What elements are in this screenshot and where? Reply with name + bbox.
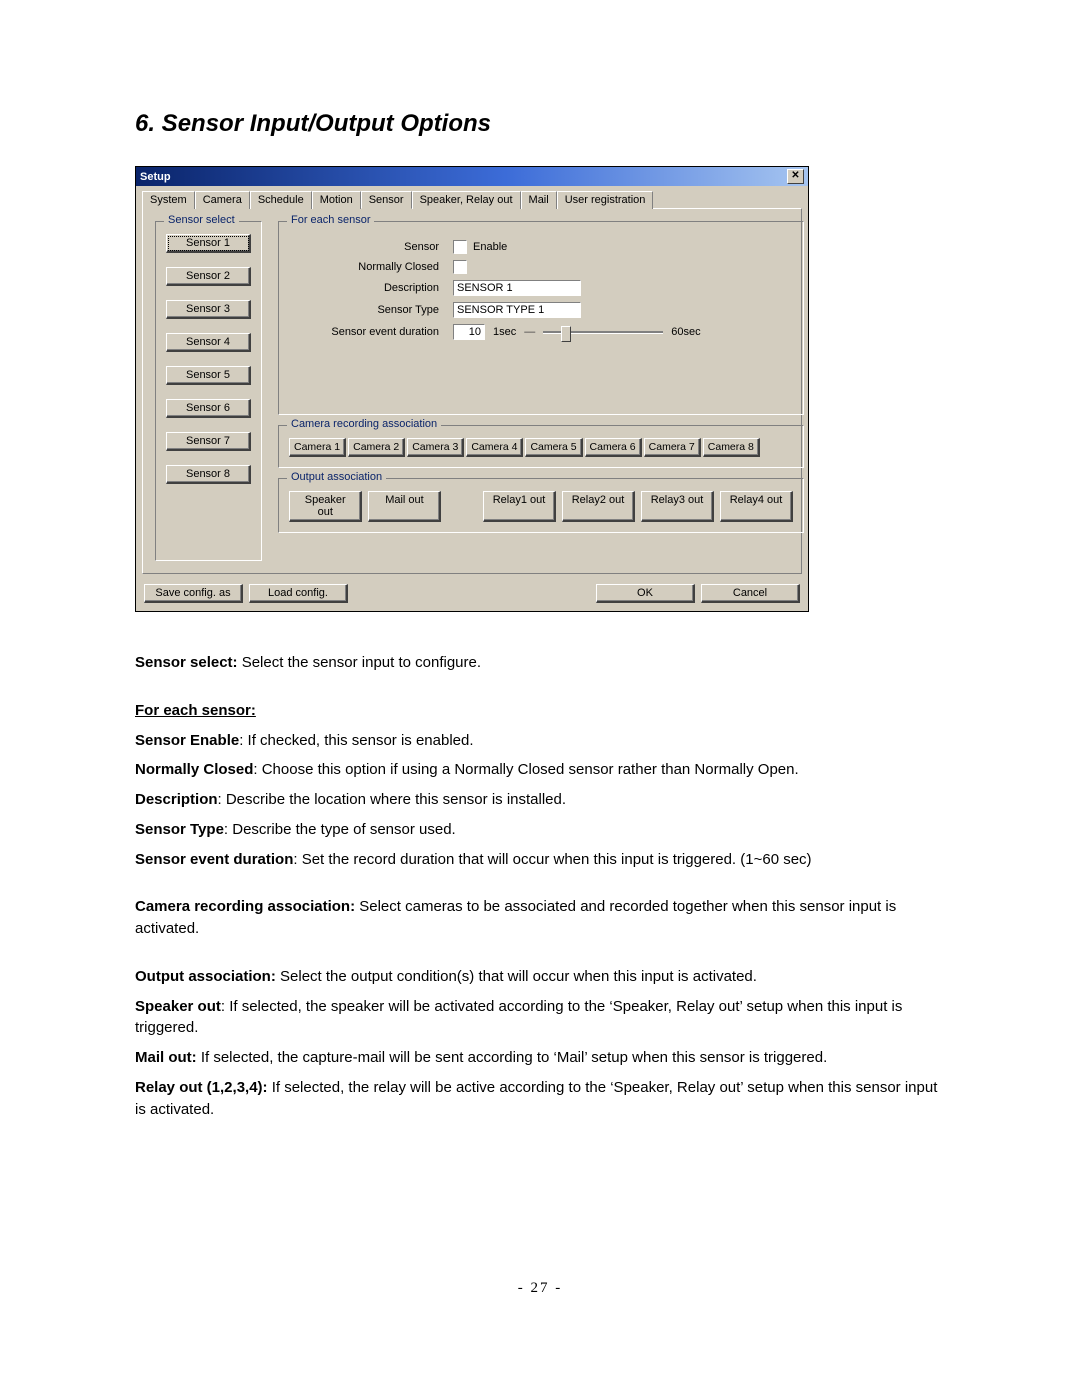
- load-config-button[interactable]: Load config.: [249, 584, 348, 603]
- tab-user-registration[interactable]: User registration: [557, 191, 654, 209]
- relay2-out-button[interactable]: Relay2 out: [562, 491, 635, 522]
- slider-thumb[interactable]: [561, 326, 571, 342]
- sensor-select-term: Sensor select:: [135, 654, 238, 671]
- speaker-out-desc: : If selected, the speaker will be activ…: [135, 998, 902, 1037]
- ok-button[interactable]: OK: [596, 584, 695, 603]
- speaker-out-term: Speaker out: [135, 998, 221, 1015]
- tab-camera[interactable]: Camera: [195, 191, 250, 209]
- page-number: - 27 -: [135, 1280, 945, 1297]
- duration-desc: : Set the record duration that will occu…: [293, 851, 811, 868]
- nc-label: Normally Closed: [289, 261, 453, 273]
- desc-term: Description: [135, 791, 218, 808]
- for-each-legend: For each sensor: [287, 214, 374, 226]
- enable-checkbox[interactable]: [453, 240, 467, 254]
- save-config-button[interactable]: Save config. as: [144, 584, 243, 603]
- duration-min-label: 1sec: [493, 326, 516, 338]
- camera-5-button[interactable]: Camera 5: [525, 438, 582, 457]
- tab-mail[interactable]: Mail: [521, 191, 557, 209]
- enable-label: Enable: [473, 241, 507, 253]
- relay1-out-button[interactable]: Relay1 out: [483, 491, 556, 522]
- duration-input[interactable]: 10: [453, 324, 485, 340]
- tab-system[interactable]: System: [142, 191, 195, 209]
- relay-out-term: Relay out (1,2,3,4):: [135, 1079, 268, 1096]
- sensor-6-button[interactable]: Sensor 6: [166, 399, 251, 418]
- sensor-4-button[interactable]: Sensor 4: [166, 333, 251, 352]
- sensor-enable-term: Sensor Enable: [135, 732, 239, 749]
- camera-8-button[interactable]: Camera 8: [703, 438, 760, 457]
- camera-6-button[interactable]: Camera 6: [585, 438, 642, 457]
- output-assoc-group: Output association Speaker out Mail out …: [278, 478, 804, 533]
- output-assoc-term: Output association:: [135, 968, 276, 985]
- relay3-out-button[interactable]: Relay3 out: [641, 491, 714, 522]
- window-title: Setup: [140, 171, 171, 183]
- sensor-tab-panel: Sensor select Sensor 1 Sensor 2 Sensor 3…: [142, 208, 802, 574]
- for-each-sensor-group: For each sensor Sensor Enable Normally C…: [278, 221, 804, 415]
- mail-out-desc: If selected, the capture-mail will be se…: [197, 1049, 828, 1066]
- sensor-8-button[interactable]: Sensor 8: [166, 465, 251, 484]
- camera-3-button[interactable]: Camera 3: [407, 438, 464, 457]
- sensor-5-button[interactable]: Sensor 5: [166, 366, 251, 385]
- output-assoc-desc: Select the output condition(s) that will…: [276, 968, 757, 985]
- camera-assoc-legend: Camera recording association: [287, 418, 441, 430]
- cancel-button[interactable]: Cancel: [701, 584, 800, 603]
- close-icon[interactable]: ✕: [787, 169, 804, 184]
- desc-desc: : Describe the location where this senso…: [218, 791, 567, 808]
- sensor-type-input[interactable]: SENSOR TYPE 1: [453, 302, 581, 318]
- sensor-3-button[interactable]: Sensor 3: [166, 300, 251, 319]
- sensor-2-button[interactable]: Sensor 2: [166, 267, 251, 286]
- tab-sensor[interactable]: Sensor: [361, 191, 412, 209]
- sensor-select-desc: Select the sensor input to configure.: [238, 654, 481, 671]
- description-input[interactable]: SENSOR 1: [453, 280, 581, 296]
- sensor-label: Sensor: [289, 241, 453, 253]
- tab-motion[interactable]: Motion: [312, 191, 361, 209]
- duration-term: Sensor event duration: [135, 851, 293, 868]
- nc-desc: : Choose this option if using a Normally…: [253, 761, 798, 778]
- tabstrip: System Camera Schedule Motion Sensor Spe…: [136, 186, 808, 208]
- mail-out-term: Mail out:: [135, 1049, 197, 1066]
- tab-speaker-relay[interactable]: Speaker, Relay out: [412, 191, 521, 209]
- type-desc: : Describe the type of sensor used.: [224, 821, 456, 838]
- duration-max-label: 60sec: [671, 326, 700, 338]
- speaker-out-button[interactable]: Speaker out: [289, 491, 362, 522]
- sensor-type-label: Sensor Type: [289, 304, 453, 316]
- sensor-7-button[interactable]: Sensor 7: [166, 432, 251, 451]
- description-label: Description: [289, 282, 453, 294]
- output-assoc-legend: Output association: [287, 471, 386, 483]
- sensor-select-legend: Sensor select: [164, 214, 239, 226]
- camera-7-button[interactable]: Camera 7: [644, 438, 701, 457]
- sensor-select-group: Sensor select Sensor 1 Sensor 2 Sensor 3…: [155, 221, 262, 561]
- duration-slider[interactable]: [543, 331, 663, 334]
- sensor-enable-desc: : If checked, this sensor is enabled.: [239, 732, 473, 749]
- sensor-1-button[interactable]: Sensor 1: [166, 234, 251, 253]
- tab-schedule[interactable]: Schedule: [250, 191, 312, 209]
- dialog-bottombar: Save config. as Load config. OK Cancel: [136, 580, 808, 611]
- for-each-header: For each sensor:: [135, 702, 256, 719]
- description-text: Sensor select: Select the sensor input t…: [135, 652, 945, 1120]
- nc-checkbox[interactable]: [453, 260, 467, 274]
- camera-1-button[interactable]: Camera 1: [289, 438, 346, 457]
- titlebar: Setup ✕: [136, 167, 808, 186]
- type-term: Sensor Type: [135, 821, 224, 838]
- camera-assoc-group: Camera recording association Camera 1 Ca…: [278, 425, 804, 468]
- relay4-out-button[interactable]: Relay4 out: [720, 491, 793, 522]
- camera-assoc-term: Camera recording association:: [135, 898, 355, 915]
- section-heading: 6. Sensor Input/Output Options: [135, 110, 945, 138]
- camera-2-button[interactable]: Camera 2: [348, 438, 405, 457]
- duration-label: Sensor event duration: [289, 326, 453, 338]
- camera-4-button[interactable]: Camera 4: [466, 438, 523, 457]
- setup-dialog: Setup ✕ System Camera Schedule Motion Se…: [135, 166, 809, 612]
- mail-out-button[interactable]: Mail out: [368, 491, 441, 522]
- nc-term: Normally Closed: [135, 761, 253, 778]
